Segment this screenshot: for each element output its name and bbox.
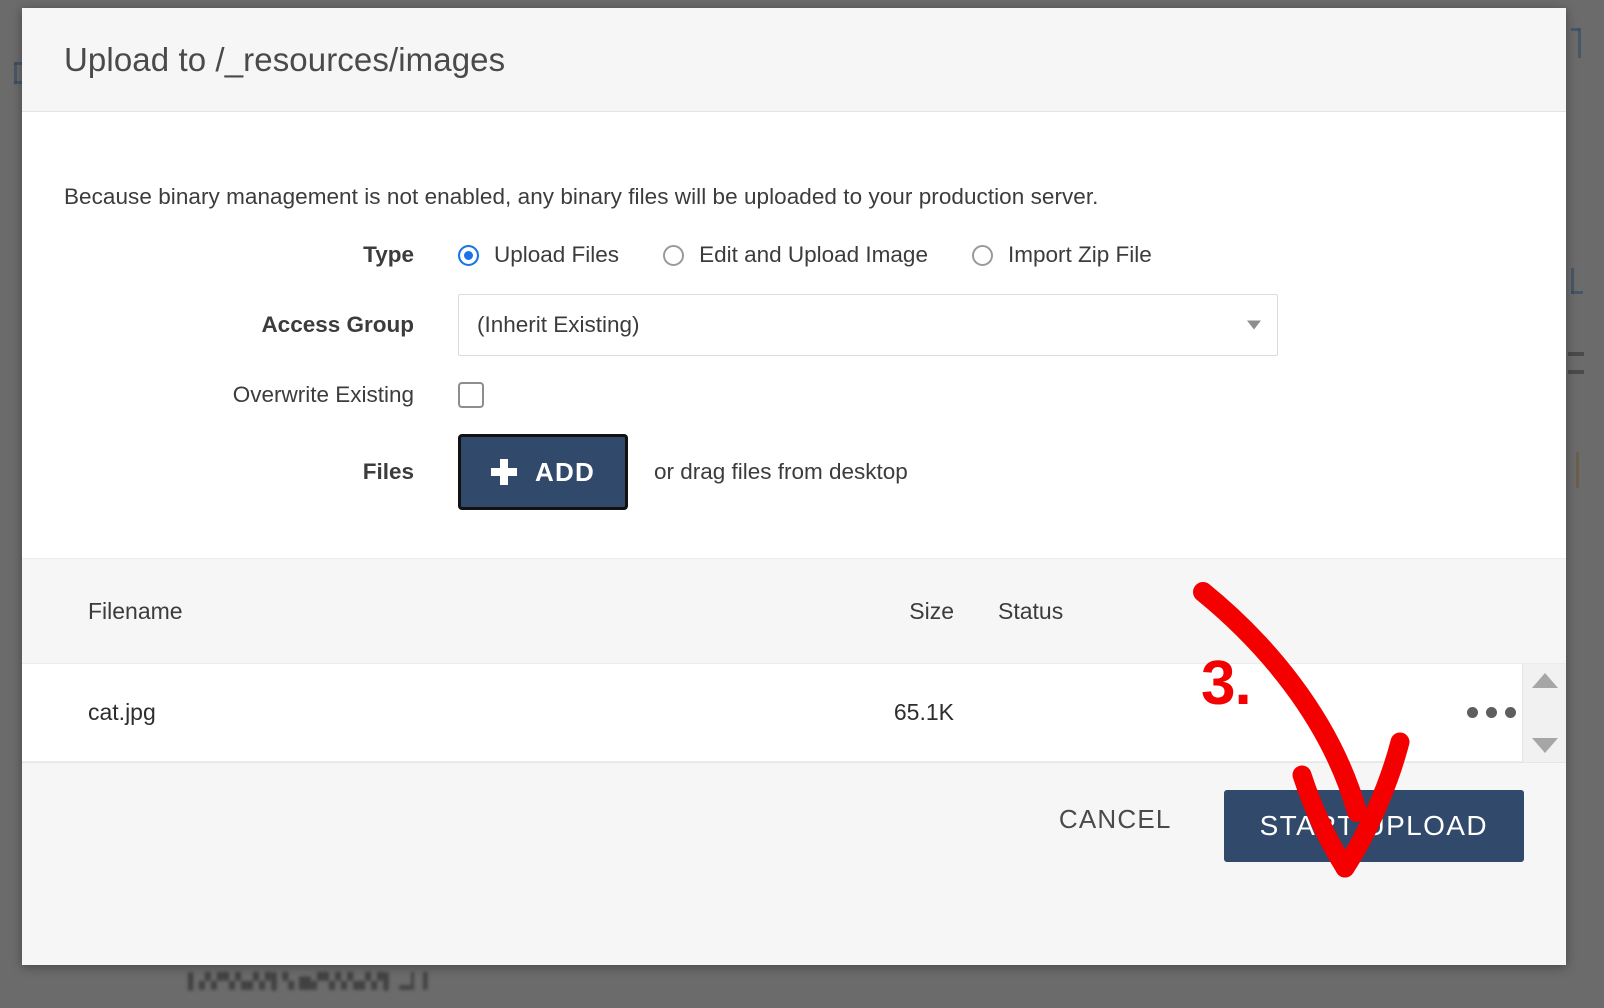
- cell-filename: cat.jpg: [88, 699, 156, 725]
- background-artifact: [1568, 370, 1584, 374]
- dialog-title: Upload to /_resources/images: [64, 40, 506, 78]
- background-blurred-text: ▌▞▞▚▚▞▞▌▚ ▆▞▚▚▚▞▞▌ ▂▎▍: [188, 973, 436, 990]
- overwrite-existing-label: Overwrite Existing: [232, 382, 414, 407]
- start-upload-button[interactable]: START UPLOAD: [1223, 790, 1524, 862]
- cancel-button[interactable]: CANCEL: [1041, 790, 1190, 849]
- upload-dialog: Upload to /_resources/images Because bin…: [22, 8, 1566, 965]
- plus-icon: [491, 459, 517, 485]
- column-header-size: Size: [909, 597, 954, 624]
- files-label: Files: [362, 459, 414, 484]
- background-artifact: [1571, 291, 1583, 294]
- radio-option-import-zip-file[interactable]: Import Zip File: [971, 242, 1152, 268]
- binary-management-notice: Because binary management is not enabled…: [64, 184, 1099, 209]
- dialog-body: Because binary management is not enabled…: [22, 112, 1566, 558]
- overwrite-existing-checkbox[interactable]: [458, 382, 484, 408]
- background-artifact: [1576, 452, 1579, 488]
- radio-option-upload-files[interactable]: Upload Files: [458, 242, 619, 268]
- radio-label-upload-files: Upload Files: [494, 242, 620, 267]
- drag-files-hint: or drag files from desktop: [653, 459, 908, 484]
- chevron-down-icon[interactable]: [1247, 320, 1261, 330]
- type-row: Type Upload Files Edit and Upload Image …: [64, 242, 1524, 268]
- radio-label-edit-and-upload-image: Edit and Upload Image: [699, 242, 928, 267]
- access-group-value: (Inherit Existing): [477, 312, 640, 337]
- dialog-header: Upload to /_resources/images: [22, 8, 1566, 112]
- type-radio-group: Upload Files Edit and Upload Image Impor…: [458, 242, 1196, 268]
- add-files-button[interactable]: ADD: [458, 434, 628, 510]
- file-list-header: Filename Size Status: [22, 558, 1566, 664]
- radio-icon-import-zip-file[interactable]: [971, 244, 993, 266]
- background-artifact: [1578, 28, 1581, 58]
- cell-size: 65.1K: [893, 699, 954, 725]
- scroll-up-arrow-icon[interactable]: [1531, 673, 1558, 688]
- access-group-row: Access Group (Inherit Existing): [64, 294, 1524, 356]
- file-list-table: Filename Size Status cat.jpg 65.1K: [22, 558, 1566, 762]
- access-group-select[interactable]: (Inherit Existing): [458, 294, 1278, 356]
- radio-label-import-zip-file: Import Zip File: [1007, 242, 1152, 267]
- column-header-filename: Filename: [88, 597, 183, 624]
- files-row: Files ADD or drag files from desktop: [64, 434, 1524, 510]
- add-files-button-label: ADD: [535, 456, 595, 487]
- radio-icon-upload-files[interactable]: [458, 244, 479, 266]
- access-group-label: Access Group: [261, 312, 414, 337]
- table-row[interactable]: cat.jpg 65.1K: [22, 664, 1566, 762]
- radio-icon-edit-and-upload-image[interactable]: [663, 244, 685, 266]
- screenshot-frame: ▌▞▞▚▚▞▞▌▚ ▆▞▚▚▚▞▞▌ ▂▎▍ Upload to /_resou…: [0, 0, 1604, 1008]
- column-header-status: Status: [998, 597, 1064, 624]
- type-label: Type: [363, 242, 414, 267]
- dialog-footer: CANCEL START UPLOAD: [22, 762, 1566, 965]
- background-artifact: [1568, 352, 1584, 356]
- overwrite-existing-row: Overwrite Existing: [64, 382, 1524, 408]
- radio-option-edit-and-upload-image[interactable]: Edit and Upload Image: [663, 242, 928, 268]
- file-list-scrollbar[interactable]: [1522, 664, 1566, 762]
- ellipsis-icon[interactable]: [1457, 697, 1526, 728]
- scroll-down-arrow-icon[interactable]: [1531, 738, 1558, 753]
